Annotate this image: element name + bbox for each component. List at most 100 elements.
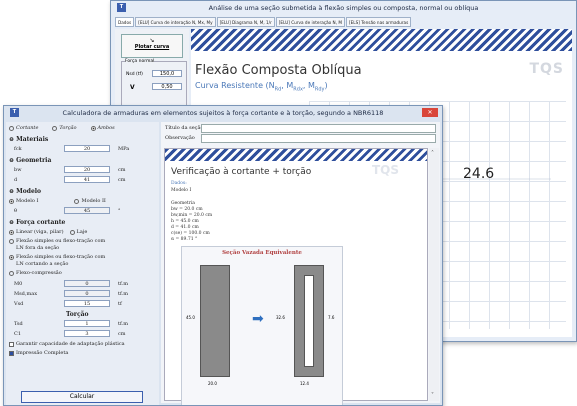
radio-laje[interactable] bbox=[69, 229, 75, 235]
v-label: V bbox=[130, 84, 135, 91]
collapse-icon: ⊖ bbox=[9, 188, 15, 195]
vsd-label: Vsd bbox=[14, 301, 24, 307]
dim-bottom-label: 20.0 bbox=[208, 381, 217, 386]
geometry-section[interactable]: ⊖ Geometria bbox=[9, 157, 51, 164]
observation-input[interactable] bbox=[201, 134, 436, 143]
ambos-label: Ambos bbox=[97, 125, 115, 131]
radio-flexao-cortando[interactable] bbox=[9, 254, 14, 260]
tab-dados[interactable]: Dados bbox=[115, 17, 135, 27]
m0-input[interactable]: 0 bbox=[64, 280, 110, 287]
flexo-compressao-label: Flexo-compressão bbox=[16, 270, 62, 276]
close-icon[interactable]: ✕ bbox=[422, 108, 438, 117]
report-line: h = 45.0 cm bbox=[171, 219, 199, 224]
model-2-label: Modelo II bbox=[81, 198, 106, 204]
msd-input[interactable]: 0 bbox=[64, 290, 110, 297]
flexao-fora-label: Flexão simples ou flexo-tração com bbox=[16, 238, 106, 244]
radio-cortante[interactable] bbox=[9, 125, 14, 131]
print-check-row: Impressão Completa bbox=[9, 350, 68, 356]
materials-section[interactable]: ⊖ Materiais bbox=[9, 136, 48, 143]
curve-controls: ↘ Plotar curva Força normal Nsd (tf) 150… bbox=[115, 29, 189, 109]
tsd-label: Tsd bbox=[14, 321, 23, 327]
collapse-icon: ⊖ bbox=[9, 219, 15, 226]
radio-linear[interactable] bbox=[9, 229, 14, 235]
theta-label: θ bbox=[14, 208, 18, 214]
observation-label: Observação bbox=[165, 135, 195, 141]
plot-curve-label: Plotar curva bbox=[134, 44, 170, 50]
d-input[interactable]: 41 bbox=[64, 176, 110, 183]
m0-label: M0 bbox=[14, 281, 23, 287]
report-line: d = 41.0 cm bbox=[171, 225, 199, 230]
hollow-core bbox=[304, 275, 314, 367]
report-scrollbar[interactable]: ˄ ˅ bbox=[429, 148, 439, 401]
radio-model-1[interactable] bbox=[9, 198, 14, 204]
tab-interaction-nm[interactable]: [ELU] Curva de interação N, M bbox=[275, 17, 345, 27]
back-window-title: Análise de uma seção submetida à flexão … bbox=[208, 4, 479, 12]
nsd-label: Nsd (tf) bbox=[126, 72, 143, 77]
model-section[interactable]: ⊖ Modelo bbox=[9, 188, 41, 195]
shear-section[interactable]: ⊖ Força cortante bbox=[9, 219, 65, 226]
report-geometry-label: Geometria bbox=[171, 201, 195, 206]
report-line: α = 89.71 ° bbox=[171, 237, 198, 242]
report-data-label: Dados: bbox=[171, 181, 187, 186]
collapse-icon: ⊖ bbox=[9, 136, 15, 143]
solid-section bbox=[200, 265, 230, 377]
report-line: bw = 20.0 cm bbox=[171, 207, 203, 212]
calc-app-icon: T bbox=[10, 108, 19, 117]
linear-option: Linear (viga, pilar) Laje bbox=[9, 229, 87, 235]
tsd-unit: tf.m bbox=[118, 321, 129, 327]
radio-model-2[interactable] bbox=[74, 198, 80, 204]
plot-curve-button[interactable]: ↘ Plotar curva bbox=[121, 34, 183, 58]
model-1-label: Modelo I bbox=[16, 198, 39, 204]
flexo-compressao-option: Flexo-compressão bbox=[9, 270, 62, 276]
fck-input[interactable]: 20 bbox=[64, 145, 110, 152]
section-title-input[interactable] bbox=[201, 124, 436, 133]
model-label: Modelo bbox=[16, 188, 42, 195]
cortante-label: Cortante bbox=[16, 125, 39, 131]
radio-flexo-compressao[interactable] bbox=[9, 270, 14, 276]
report-line: c(se) = 100.0 cm bbox=[171, 231, 210, 236]
fck-unit: MPa bbox=[118, 146, 130, 152]
scroll-down-icon[interactable]: ˅ bbox=[431, 392, 434, 399]
calculator-window: T Calculadora de armaduras em elementos … bbox=[3, 105, 443, 406]
mode-options: Cortante Torção Ambos bbox=[9, 125, 115, 131]
plastic-check-label: Garantir capacidade de adaptação plástic… bbox=[16, 341, 125, 347]
section-title-label: Título da seção bbox=[165, 125, 204, 131]
flexao-fora-label-2: LN fora da seção bbox=[16, 245, 60, 251]
model-options: Modelo I Modelo II bbox=[9, 198, 106, 204]
report-view: TQS Verificação à cortante + torção Dado… bbox=[164, 148, 428, 405]
tab-stress[interactable]: [ELS] Tensão nas armaduras bbox=[345, 17, 412, 27]
print-checkbox[interactable] bbox=[9, 350, 14, 356]
front-window-title: Calculadora de armaduras em elementos su… bbox=[62, 109, 384, 117]
fck-label: fck bbox=[14, 146, 22, 152]
value-label: 24.6 bbox=[463, 166, 495, 182]
tab-interaction-nmxmy[interactable]: [ELU] Curva de interação N, Mx, My bbox=[135, 17, 216, 27]
tab-diagram-nm[interactable]: [ELU] Diagrama N, M, 1/r bbox=[216, 17, 275, 27]
report-title: Verificação à cortante + torção bbox=[171, 167, 312, 177]
radio-flexao-fora[interactable] bbox=[9, 238, 14, 244]
radio-torcao[interactable] bbox=[52, 125, 58, 131]
v-input[interactable]: 0,50 bbox=[152, 83, 182, 90]
torsion-label: Torção bbox=[66, 311, 89, 318]
arrow-right-icon: ➡ bbox=[252, 311, 264, 327]
app-icon: T bbox=[117, 3, 126, 12]
scroll-up-icon[interactable]: ˄ bbox=[431, 150, 434, 157]
normal-force-group: Força normal Nsd (tf) 150,0 V 0,50 bbox=[121, 59, 187, 107]
radio-ambos[interactable] bbox=[90, 125, 96, 131]
c1-input[interactable]: 3 bbox=[64, 330, 110, 337]
vsd-input[interactable]: 15 bbox=[64, 300, 110, 307]
linear-label: Linear (viga, pilar) bbox=[16, 229, 64, 235]
plastic-check-row: Garantir capacidade de adaptação plástic… bbox=[9, 341, 125, 347]
bw-unit: cm bbox=[118, 167, 126, 173]
tab-strip: Dados [ELU] Curva de interação N, Mx, My… bbox=[115, 17, 572, 27]
c1-unit: cm bbox=[118, 331, 126, 337]
flexao-fora-option: Flexão simples ou flexo-tração com bbox=[9, 238, 105, 244]
tsd-input[interactable]: 1 bbox=[64, 320, 110, 327]
plastic-checkbox[interactable] bbox=[9, 341, 14, 347]
theta-input[interactable]: 45 bbox=[64, 207, 110, 214]
flexao-cortando-option: Flexão simples ou flexo-tração com bbox=[9, 254, 105, 260]
geometry-label: Geometria bbox=[16, 157, 52, 164]
normal-force-label: Força normal bbox=[125, 59, 155, 64]
nsd-input[interactable]: 150,0 bbox=[152, 70, 182, 77]
bw-input[interactable]: 20 bbox=[64, 166, 110, 173]
calculate-button[interactable]: Calcular bbox=[21, 391, 143, 403]
